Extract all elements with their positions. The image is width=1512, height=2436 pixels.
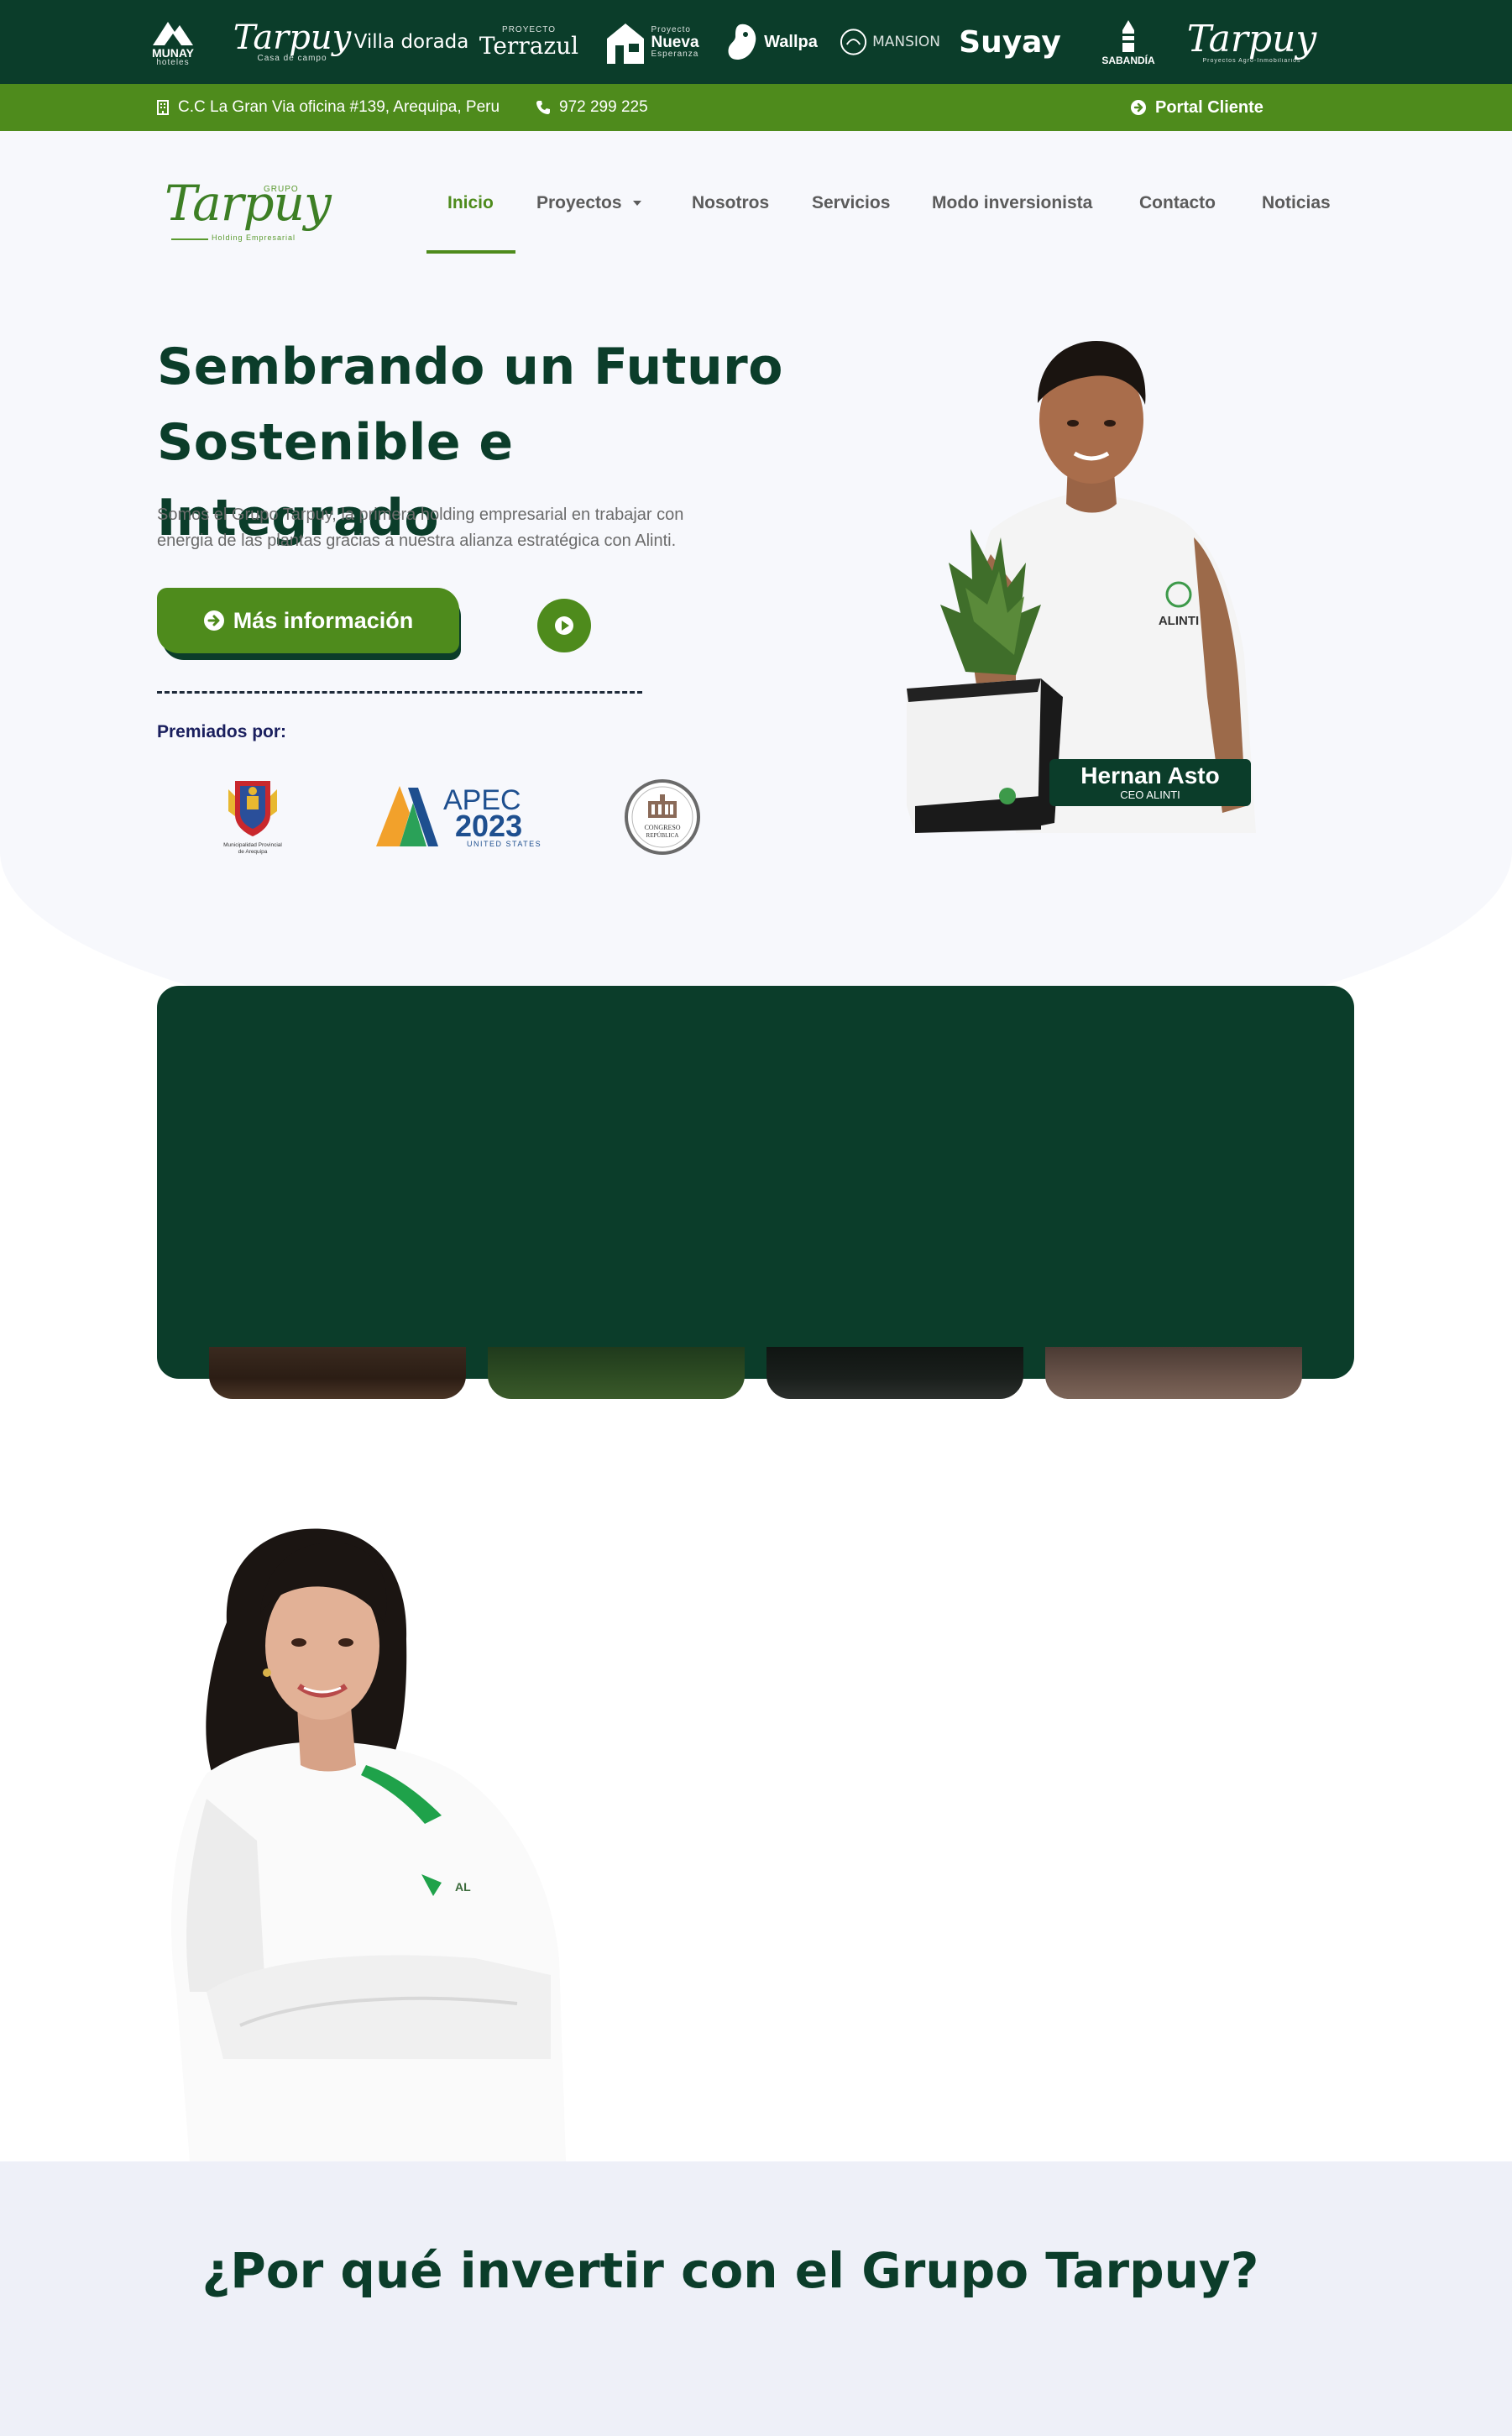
svg-text:AL: AL <box>455 1880 471 1894</box>
nav-item-contacto[interactable]: Contacto <box>1139 186 1216 220</box>
project-thumbnail-wood[interactable] <box>1045 1347 1302 1399</box>
hero-description-line1: Somos el Grupo Tarpuy, la primera holdin… <box>157 506 684 524</box>
building-icon <box>157 100 169 115</box>
brand-terrazul[interactable]: PROYECTO Terrazul <box>479 12 579 72</box>
nav-item-proyectos[interactable]: Proyectos <box>536 186 642 220</box>
rooster-icon <box>728 24 756 60</box>
nav-active-indicator <box>426 250 515 254</box>
brand-villa-dorada[interactable]: Villa dorada <box>354 12 469 72</box>
brand-wallpa[interactable]: Wallpa <box>720 12 821 72</box>
apec-year: 2023 <box>455 809 522 843</box>
brand-label: Wallpa <box>764 32 818 51</box>
tower-icon <box>1121 20 1136 52</box>
nav-item-nosotros[interactable]: Nosotros <box>692 186 769 220</box>
portal-label: Portal Cliente <box>1155 97 1263 117</box>
brand-sub: Proyecto <box>651 24 691 34</box>
brand-nueva-esperanza[interactable]: Proyecto Nueva Esperanza <box>601 12 702 72</box>
muni-caption-1: Municipalidad Provincial <box>223 842 282 848</box>
brand-tarpuy-casa[interactable]: Tarpuy Casa de campo <box>233 12 352 72</box>
brand-label: Terrazul <box>479 32 579 60</box>
site-logo[interactable]: GRUPO Tarpuy Holding Empresarial <box>165 166 332 247</box>
ceo-name-card: Hernan Asto CEO ALINTI <box>1049 759 1251 806</box>
brand-label: MANSION <box>872 34 940 50</box>
caret-down-icon <box>632 201 641 206</box>
nav-item-inicio[interactable]: Inicio <box>447 186 494 220</box>
nav-item-servicios[interactable]: Servicios <box>812 186 890 220</box>
play-icon <box>555 616 573 635</box>
brand-label: Tarpuy <box>233 18 352 57</box>
phone-text: 972 299 225 <box>559 98 648 116</box>
arrow-circle-right-icon <box>203 610 224 631</box>
brand-label: SABANDÍA <box>1101 55 1155 66</box>
portal-cliente-link[interactable]: Portal Cliente <box>1130 84 1263 131</box>
congreso-seal-icon: CONGRESO REPÚBLICA <box>625 779 700 855</box>
brand-sub: Casa de campo <box>257 54 327 63</box>
hero-description-line2: energia de las plantas gracias a nuestra… <box>157 532 677 550</box>
nav-item-noticias[interactable]: Noticias <box>1262 186 1331 220</box>
phone-item[interactable]: 972 299 225 <box>536 84 648 131</box>
ceo-name: Hernan Asto <box>1080 762 1220 788</box>
projects-panel <box>157 986 1354 1379</box>
brand-sub2: Esperanza <box>651 49 699 59</box>
hero-title-line1: Sembrando un Futuro <box>157 338 783 396</box>
nav-item-label: Proyectos <box>536 193 622 212</box>
address-item: C.C La Gran Via oficina #139, Arequipa, … <box>156 84 500 131</box>
advisor-photo: AL <box>156 1522 568 2161</box>
project-thumbnail-dark[interactable] <box>766 1347 1023 1399</box>
brand-label: Tarpuy <box>1186 17 1317 60</box>
brand-suyay[interactable]: Suyay <box>959 12 1061 72</box>
play-video-button[interactable] <box>537 599 591 652</box>
ceo-role: CEO ALINTI <box>1120 788 1180 801</box>
hero-description: Somos el Grupo Tarpuy, la primera holdin… <box>157 502 711 554</box>
brand-label: Nueva <box>651 33 699 51</box>
info-bar: C.C La Gran Via oficina #139, Arequipa, … <box>0 84 1512 131</box>
apec-sub: UNITED STATES <box>467 840 541 848</box>
button-face: Más información <box>157 588 459 653</box>
brand-mansion[interactable]: MANSION <box>840 12 940 72</box>
logo-name: Tarpuy <box>165 175 332 232</box>
awards-label: Premiados por: <box>157 722 287 741</box>
award-municipalidad-arequipa: Municipalidad Provincial de Arequipa <box>217 774 289 858</box>
brand-strip: MUNAY hoteles Tarpuy Casa de campo Villa… <box>0 0 1512 84</box>
brand-sub: Proyectos Agro-Inmobiliarios <box>1202 57 1301 64</box>
dashed-divider <box>157 691 642 694</box>
award-apec-2023: APEC 2023 UNITED STATES <box>374 779 542 850</box>
project-thumbnail-forest[interactable] <box>488 1347 745 1399</box>
nav-item-modo-inversionista[interactable]: Modo inversionista <box>932 186 1092 220</box>
arrow-circle-right-icon <box>1131 100 1146 115</box>
phone-icon <box>536 101 550 114</box>
brand-label: MUNAY <box>151 46 195 60</box>
brand-sub: PROYECTO <box>502 25 556 34</box>
address-text: C.C La Gran Via oficina #139, Arequipa, … <box>178 98 500 116</box>
congreso-caption-2: REPÚBLICA <box>646 832 679 839</box>
mansion-emblem-icon <box>840 29 867 55</box>
apec-logo-icon: APEC 2023 UNITED STATES <box>376 784 541 848</box>
advisor-illustration: AL <box>171 1528 566 2161</box>
congreso-caption-1: CONGRESO <box>644 824 680 831</box>
brand-label: Villa dorada <box>353 31 469 53</box>
why-invest-title: ¿Por qué invertir con el Grupo Tarpuy? <box>201 2242 1259 2299</box>
brand-tarpuy-proyectos[interactable]: Tarpuy Proyectos Agro-Inmobiliarios <box>1187 12 1317 72</box>
logo-underline <box>171 238 208 240</box>
award-congreso-republica: CONGRESO REPÚBLICA <box>623 778 702 857</box>
brand-label: Suyay <box>959 24 1061 60</box>
brand-sub: hoteles <box>156 58 190 67</box>
shirt-logo-text: ALINTI <box>1159 614 1199 628</box>
project-thumbnail-soil[interactable] <box>209 1347 466 1399</box>
button-label: Más información <box>233 607 414 633</box>
brand-sabandia[interactable]: SABANDÍA <box>1090 12 1167 72</box>
house-icon <box>607 24 645 64</box>
mountain-icon <box>153 22 193 45</box>
muni-caption-2: de Arequipa <box>238 849 268 855</box>
coat-of-arms-icon: Municipalidad Provincial de Arequipa <box>223 781 282 855</box>
brand-munay[interactable]: MUNAY hoteles <box>143 12 203 72</box>
mas-informacion-button[interactable]: Más información <box>157 588 461 660</box>
logo-holding: Holding Empresarial <box>212 233 296 242</box>
